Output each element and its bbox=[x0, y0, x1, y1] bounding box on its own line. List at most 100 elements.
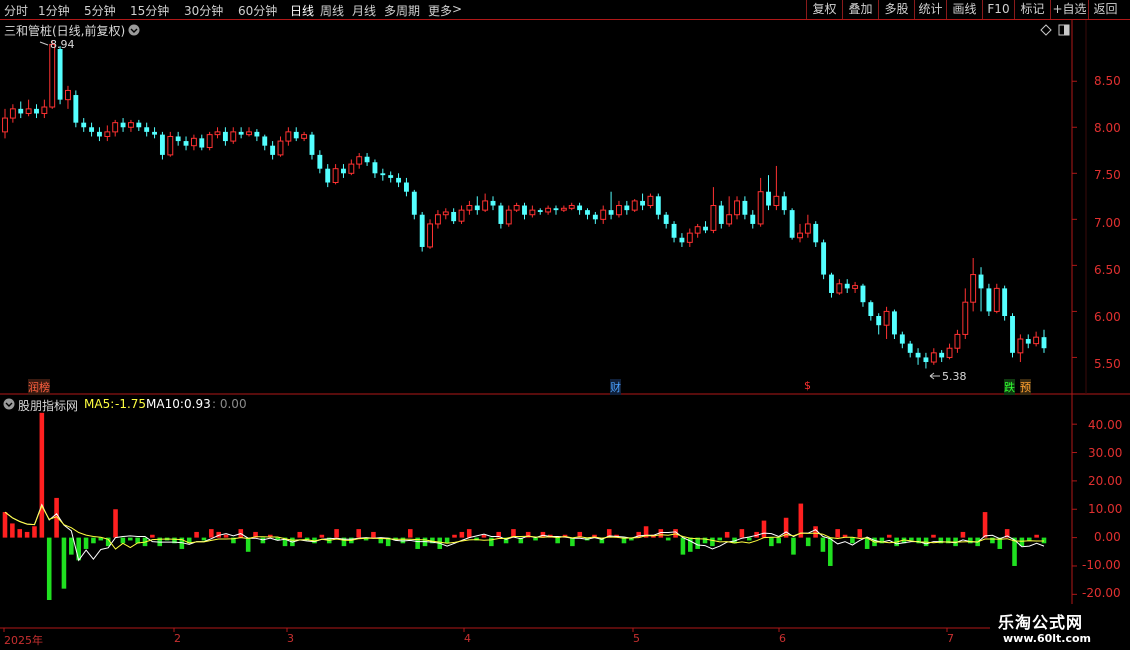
candle-body bbox=[9, 108, 16, 119]
indicator-bar bbox=[444, 537, 450, 544]
candle-body bbox=[41, 106, 48, 114]
candle-body bbox=[592, 214, 598, 220]
indicator-tick: 20.00 bbox=[1088, 474, 1123, 488]
candle-body bbox=[513, 205, 520, 211]
indicator-bar bbox=[570, 537, 575, 547]
indicator-bar bbox=[69, 537, 74, 555]
candle-body bbox=[663, 214, 669, 224]
indicator-bar bbox=[665, 537, 671, 541]
candle-body bbox=[277, 140, 284, 156]
candle-body bbox=[97, 131, 102, 137]
candle-body bbox=[710, 205, 717, 231]
candle-body bbox=[1017, 338, 1024, 354]
candle-body bbox=[505, 209, 512, 225]
event-mark-ranking[interactable]: 润榜 bbox=[28, 379, 50, 395]
candle-body bbox=[127, 122, 134, 128]
indicator-name[interactable]: 股朋指标网 bbox=[18, 397, 78, 414]
candle-body bbox=[120, 122, 126, 128]
candle-body bbox=[112, 122, 119, 133]
indicator-bar bbox=[452, 534, 457, 538]
candle-body bbox=[694, 226, 701, 234]
indicator-bar bbox=[17, 529, 23, 538]
candle-body bbox=[262, 136, 268, 146]
candle-body bbox=[214, 131, 221, 136]
indicator-bar bbox=[776, 537, 782, 544]
indicator-bar bbox=[968, 537, 973, 544]
candle-body bbox=[1033, 336, 1040, 345]
candle-body bbox=[254, 131, 260, 137]
candle-body bbox=[136, 122, 142, 128]
candle-body bbox=[403, 182, 409, 192]
indicator-bar bbox=[489, 537, 494, 547]
candle-body bbox=[18, 108, 24, 114]
indicator-bar bbox=[850, 537, 855, 544]
ma5-line bbox=[4, 503, 1045, 562]
candle-body bbox=[152, 131, 157, 135]
candle-body bbox=[577, 205, 583, 211]
candle-body bbox=[434, 214, 441, 225]
candle-body bbox=[104, 131, 111, 137]
indicator-bar bbox=[761, 520, 767, 538]
indicator-bar bbox=[201, 537, 207, 541]
indicator-bar bbox=[724, 531, 730, 538]
indicator-bar bbox=[466, 529, 472, 538]
candle-body bbox=[616, 205, 622, 216]
indicator-bar bbox=[798, 503, 804, 538]
indicator-bar bbox=[1034, 534, 1039, 538]
indicator-bar bbox=[835, 529, 840, 538]
candle-body bbox=[970, 274, 977, 303]
candle-body bbox=[65, 89, 71, 101]
indicator-tick: 0.00 bbox=[1094, 530, 1121, 544]
indicator-bar bbox=[960, 531, 966, 538]
candle-body bbox=[175, 136, 181, 142]
candle-body bbox=[821, 242, 827, 275]
event-mark-dividend[interactable]: $ bbox=[804, 379, 811, 392]
indicator-bar bbox=[805, 537, 811, 547]
indicator-bar bbox=[10, 523, 15, 538]
indicator-tick: 30.00 bbox=[1088, 446, 1123, 460]
candle-body bbox=[451, 211, 457, 222]
candle-body bbox=[183, 141, 189, 146]
candle-body bbox=[159, 134, 165, 155]
candle-body bbox=[246, 131, 252, 136]
candle-body bbox=[529, 209, 536, 216]
indicator-bar bbox=[24, 531, 30, 538]
candle-body bbox=[647, 195, 654, 207]
indicator-bar bbox=[150, 534, 155, 538]
candle-body bbox=[899, 334, 905, 344]
candle-body bbox=[781, 196, 787, 211]
candle-body bbox=[2, 117, 8, 133]
candle-body bbox=[442, 211, 449, 216]
candle-body bbox=[553, 208, 559, 211]
candle-body bbox=[356, 156, 363, 165]
indicator-bar bbox=[371, 531, 376, 538]
candle-body bbox=[332, 168, 339, 184]
indicator-bar bbox=[746, 537, 752, 541]
indicator-bar bbox=[319, 534, 325, 538]
event-mark-drop[interactable]: 跌 bbox=[1004, 379, 1015, 395]
indicator-tick: -20.00 bbox=[1082, 586, 1121, 600]
candle-body bbox=[852, 285, 859, 289]
candle-body bbox=[490, 200, 496, 206]
price-tick: 7.00 bbox=[1094, 216, 1121, 230]
event-mark-finance[interactable]: 财 bbox=[610, 379, 621, 395]
candle-body bbox=[608, 210, 614, 215]
candle-body bbox=[585, 210, 590, 215]
price-chart[interactable] bbox=[0, 0, 1130, 650]
candle-body bbox=[1002, 288, 1008, 316]
candle-body bbox=[34, 108, 39, 114]
candle-body bbox=[238, 131, 244, 135]
indicator-bar bbox=[39, 412, 45, 538]
candle-body bbox=[144, 127, 150, 132]
indicator-bar bbox=[1026, 537, 1032, 541]
candle-body bbox=[301, 134, 308, 139]
event-mark-forecast[interactable]: 预 bbox=[1020, 379, 1031, 395]
candle-body bbox=[348, 163, 355, 174]
candle-body bbox=[57, 49, 63, 100]
candle-body bbox=[474, 205, 480, 211]
extra-value: : 0.00 bbox=[212, 397, 247, 411]
indicator-dropdown-icon[interactable] bbox=[3, 398, 15, 410]
indicator-bar bbox=[886, 534, 892, 538]
price-tick: 5.50 bbox=[1094, 357, 1121, 371]
candle-body bbox=[734, 200, 740, 216]
